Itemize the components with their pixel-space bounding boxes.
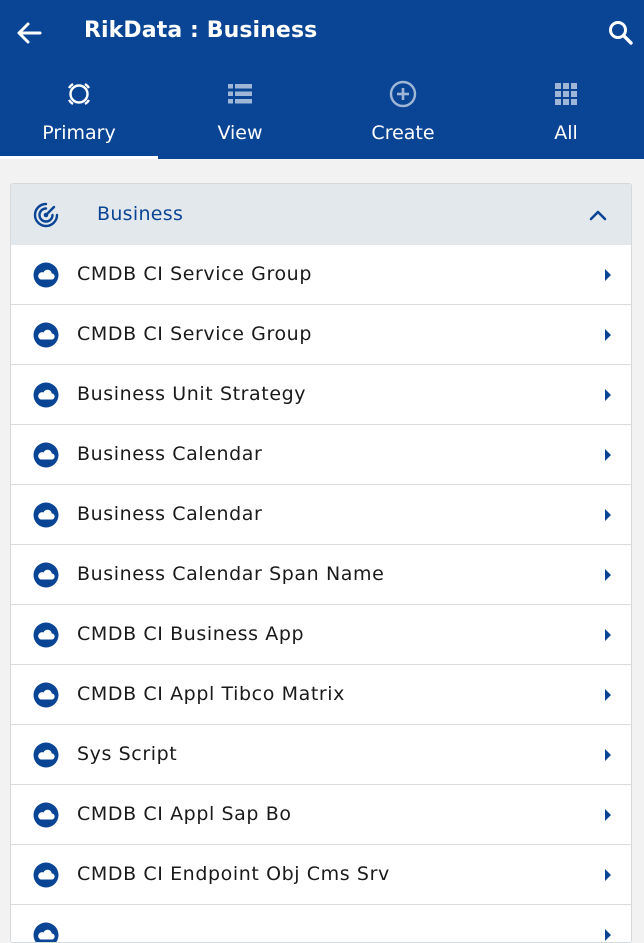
caret-right-icon <box>603 628 613 642</box>
caret-right-icon <box>603 868 613 882</box>
cloud-icon <box>33 262 59 288</box>
list-item-label: Business Unit Strategy <box>77 383 306 405</box>
tab-label: Primary <box>0 122 158 144</box>
list-item-label: Business Calendar <box>77 503 262 525</box>
list-item[interactable]: Business Unit Strategy <box>11 365 631 425</box>
caret-right-icon <box>603 688 613 702</box>
search-button[interactable] <box>604 16 638 50</box>
list-item[interactable]: Business Calendar <box>11 425 631 485</box>
list-item-label: Sys Script <box>77 743 177 765</box>
list-item[interactable]: Business Calendar <box>11 485 631 545</box>
tab-create[interactable]: Create <box>324 68 482 159</box>
cloud-icon <box>33 742 59 768</box>
grid-icon <box>552 80 580 108</box>
list-item[interactable]: CMDB CI Appl Sap Bo <box>11 785 631 845</box>
section-title: Business <box>97 203 183 225</box>
list-item[interactable]: CMDB CI Endpoint Obj Cms Srv <box>11 845 631 905</box>
caret-right-icon <box>603 268 613 282</box>
list-item-label: CMDB CI Appl Sap Bo <box>77 803 292 825</box>
tab-all[interactable]: All <box>487 68 644 159</box>
list-item-label: CMDB CI Business App <box>77 623 304 645</box>
app-header: RikData : Business Primary <box>0 0 644 159</box>
list-item-label: CMDB CI Service Group <box>77 263 312 285</box>
list-item-label: CMDB CI Service Group <box>77 323 312 345</box>
cloud-icon <box>33 562 59 588</box>
business-panel: Business CMDB CI Service Group CMDB CI S… <box>10 183 632 943</box>
caret-right-icon <box>603 568 613 582</box>
cloud-icon <box>33 322 59 348</box>
caret-right-icon <box>603 388 613 402</box>
page-title: RikData : Business <box>84 18 317 43</box>
caret-right-icon <box>603 328 613 342</box>
caret-right-icon <box>603 928 613 942</box>
cloud-icon <box>33 862 59 888</box>
plus-circle-icon <box>389 80 417 108</box>
tab-label: Create <box>324 122 482 144</box>
section-header-business[interactable]: Business <box>11 184 631 245</box>
list-item[interactable]: CMDB CI Service Group <box>11 305 631 365</box>
business-list: CMDB CI Service Group CMDB CI Service Gr… <box>11 245 631 943</box>
tab-label: All <box>487 122 644 144</box>
back-button[interactable] <box>12 16 46 50</box>
search-icon <box>608 20 634 46</box>
caret-right-icon <box>603 748 613 762</box>
list-item[interactable]: Sys Script <box>11 725 631 785</box>
list-item[interactable]: CMDB CI Business App <box>11 605 631 665</box>
caret-right-icon <box>603 808 613 822</box>
caret-right-icon <box>603 448 613 462</box>
list-item[interactable]: CMDB CI Service Group <box>11 245 631 305</box>
list-item-label: CMDB CI Endpoint Obj Cms Srv <box>77 863 390 885</box>
list-view-icon <box>226 80 254 108</box>
title-bar: RikData : Business <box>0 0 644 68</box>
cloud-icon <box>33 502 59 528</box>
cloud-icon <box>33 382 59 408</box>
list-item-label: Business Calendar <box>77 443 262 465</box>
cloud-icon <box>33 442 59 468</box>
list-item[interactable] <box>11 905 631 943</box>
tab-primary[interactable]: Primary <box>0 68 158 159</box>
cloud-icon <box>33 622 59 648</box>
tab-label: View <box>161 122 319 144</box>
list-item-label: CMDB CI Appl Tibco Matrix <box>77 683 345 705</box>
arrow-left-icon <box>16 22 42 44</box>
cloud-icon <box>33 922 59 943</box>
target-ring-icon <box>65 80 93 108</box>
cloud-icon <box>33 682 59 708</box>
list-item-label: Business Calendar Span Name <box>77 563 384 585</box>
radar-icon <box>33 202 59 228</box>
list-item[interactable]: CMDB CI Appl Tibco Matrix <box>11 665 631 725</box>
tab-bar: Primary View <box>0 68 644 159</box>
chevron-up-icon[interactable] <box>589 206 607 224</box>
tab-view[interactable]: View <box>161 68 319 159</box>
caret-right-icon <box>603 508 613 522</box>
list-item[interactable]: Business Calendar Span Name <box>11 545 631 605</box>
cloud-icon <box>33 802 59 828</box>
